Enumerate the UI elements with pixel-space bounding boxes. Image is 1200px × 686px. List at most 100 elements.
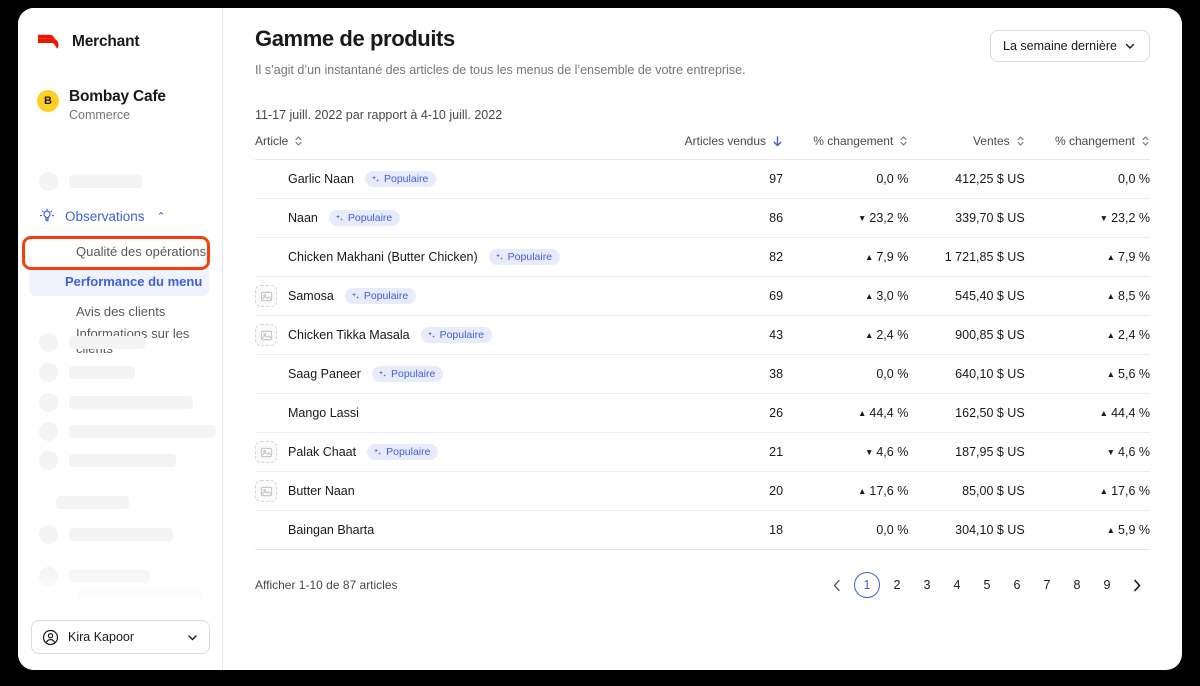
sparkle-icon (427, 331, 436, 340)
item-thumbnail (255, 363, 277, 385)
pagination-page-7[interactable]: 7 (1034, 572, 1060, 598)
pagination-page-3[interactable]: 3 (914, 572, 940, 598)
pagination-page-1[interactable]: 1 (854, 572, 880, 598)
column-label: % changement (1054, 134, 1135, 148)
sort-icon[interactable] (899, 135, 908, 147)
item-name: Mango Lassi (288, 406, 359, 420)
status-badge: Populaire (488, 249, 561, 265)
sort-icon[interactable] (1016, 135, 1025, 147)
table-row[interactable]: Samosa Populaire 69 ▲ 3,0 % 545,40 $ US ▲ 8,5 % (255, 276, 1150, 316)
item-image-placeholder-icon (255, 480, 277, 502)
cell-articles-vendus: 69 (666, 276, 784, 316)
trend-up-icon: ▲ (1106, 525, 1116, 535)
cell-ventes: 640,10 $ US (908, 354, 1025, 394)
table-row[interactable]: Chicken Tikka Masala Populaire 43 ▲ 2,4 % 900… (255, 315, 1150, 355)
pagination-page-6[interactable]: 6 (1004, 572, 1030, 598)
sparkle-icon (335, 214, 344, 223)
cell-pct-changement-articles: ▼ 4,6 % (783, 432, 909, 472)
status-badge-label: Populaire (384, 173, 429, 185)
sort-icon[interactable] (294, 135, 303, 147)
column-header-ventes[interactable]: Ventes (908, 134, 1025, 160)
pagination-summary: Afficher 1-10 de 87 articles (255, 578, 398, 592)
column-header-article[interactable]: Article (255, 134, 667, 160)
app-window: Merchant B Bombay Cafe Commerce Observat… (18, 8, 1182, 670)
pagination-page-5[interactable]: 5 (974, 572, 1000, 598)
brand[interactable]: Merchant (18, 8, 222, 51)
sidebar-subitem-label: Avis des clients (76, 303, 166, 319)
status-badge: Populaire (328, 210, 401, 226)
cell-ventes: 339,70 $ US (908, 198, 1025, 238)
trend-up-icon: ▲ (857, 486, 867, 496)
cell-articles-vendus: 18 (666, 510, 784, 550)
date-range-value: La semaine dernière (1003, 39, 1117, 53)
main-content: Gamme de produits Il s’agit d’un instant… (223, 8, 1182, 670)
table-row[interactable]: Chicken Makhani (Butter Chicken) Populair… (255, 237, 1150, 277)
cell-pct-changement-articles: ▲ 44,4 % (783, 393, 909, 433)
sidebar-item-performance-du-menu[interactable]: Performance du menu (29, 266, 209, 296)
pagination: 123456789 (824, 572, 1150, 598)
pagination-page-4[interactable]: 4 (944, 572, 970, 598)
column-header-articles-vendus[interactable]: Articles vendus (666, 134, 784, 160)
sidebar-item-avis-des-clients[interactable]: Avis des clients (29, 296, 209, 326)
status-badge: Populaire (367, 444, 439, 460)
table-row[interactable]: Saag Paneer Populaire 38 0,0 % 640,10 $ US ▲ 5… (255, 354, 1150, 394)
sidebar-item-qualite-des-operations[interactable]: Qualité des opérations (29, 236, 209, 266)
cell-pct-changement-articles: ▲ 7,9 % (783, 237, 909, 277)
pagination-next-button[interactable] (1124, 572, 1150, 598)
skeleton-bar (69, 175, 142, 188)
status-badge-label: Populaire (363, 290, 409, 302)
item-name: Palak Chaat (288, 445, 357, 459)
item-name: Baingan Bharta (288, 523, 375, 537)
pagination-page-2[interactable]: 2 (884, 572, 910, 598)
cell-article: Chicken Makhani (Butter Chicken) Populair… (255, 237, 667, 277)
store-switcher[interactable]: B Bombay Cafe Commerce (18, 51, 222, 122)
cell-ventes: 187,95 $ US (908, 432, 1025, 472)
cell-ventes: 545,40 $ US (908, 276, 1025, 316)
table-row[interactable]: Naan Populaire 86 ▼ 23,2 % 339,70 $ US ▼ 23,2 % (255, 198, 1150, 238)
trend-up-icon: ▲ (1106, 252, 1116, 262)
cell-pct-changement-ventes: ▲ 8,5 % (1024, 276, 1150, 316)
trend-up-icon: ▲ (1099, 408, 1109, 418)
sort-desc-active-icon[interactable] (772, 135, 783, 148)
table-row[interactable]: Mango Lassi 26 ▲ 44,4 % 162,50 $ US ▲ 44,4 % (255, 393, 1150, 433)
table-row[interactable]: Butter Naan 20 ▲ 17,6 % 85,00 $ US ▲ 17,6 % (255, 471, 1150, 511)
cell-article: Chicken Tikka Masala Populaire (255, 315, 667, 355)
item-name: Chicken Makhani (Butter Chicken) (288, 250, 478, 264)
status-badge: Populaire (365, 171, 437, 187)
status-badge-label: Populaire (347, 212, 393, 224)
cell-ventes: 85,00 $ US (908, 471, 1025, 511)
cell-article: Samosa Populaire (255, 276, 667, 316)
sidebar-item-label: Observations (65, 208, 145, 224)
item-thumbnail (255, 402, 277, 424)
cell-pct-changement-articles: 0,0 % (783, 159, 909, 199)
lightbulb-icon (39, 208, 55, 224)
trend-up-icon: ▲ (857, 408, 867, 418)
status-badge-label: Populaire (390, 368, 436, 380)
cell-articles-vendus: 86 (666, 198, 784, 238)
sort-icon[interactable] (1141, 135, 1150, 147)
pagination-page-9[interactable]: 9 (1094, 572, 1120, 598)
sidebar-item-observations[interactable]: Observations ⌃ (18, 203, 222, 229)
status-badge-label: Populaire (507, 251, 553, 263)
table-row[interactable]: Palak Chaat Populaire 21 ▼ 4,6 % 187,95 $ US ▼… (255, 432, 1150, 472)
pagination-page-8[interactable]: 8 (1064, 572, 1090, 598)
pagination-prev-button[interactable] (824, 572, 850, 598)
item-name: Butter Naan (288, 484, 355, 498)
cell-pct-changement-ventes: ▲ 5,6 % (1024, 354, 1150, 394)
column-header-pct-changement-ventes[interactable]: % changement (1024, 134, 1150, 160)
cell-article: Saag Paneer Populaire (255, 354, 667, 394)
cell-articles-vendus: 20 (666, 471, 784, 511)
user-name: Kira Kapoor (68, 630, 135, 644)
cell-pct-changement-ventes: ▲ 7,9 % (1024, 237, 1150, 277)
table-row[interactable]: Garlic Naan Populaire 97 0,0 % 412,25 $ US 0,… (255, 159, 1150, 199)
date-range-select[interactable]: La semaine dernière (990, 30, 1150, 62)
item-thumbnail (255, 246, 277, 268)
chevron-up-icon[interactable]: ⌃ (157, 210, 166, 223)
brand-name: Merchant (72, 33, 140, 50)
column-header-pct-changement-articles[interactable]: % changement (783, 134, 909, 160)
table-row[interactable]: Baingan Bharta 18 0,0 % 304,10 $ US ▲ 5,9 % (255, 510, 1150, 550)
cell-pct-changement-ventes: 0,0 % (1024, 159, 1150, 199)
chevron-down-icon[interactable] (186, 631, 199, 644)
chevron-down-icon[interactable] (1123, 39, 1137, 53)
user-account-select[interactable]: Kira Kapoor (31, 620, 210, 654)
